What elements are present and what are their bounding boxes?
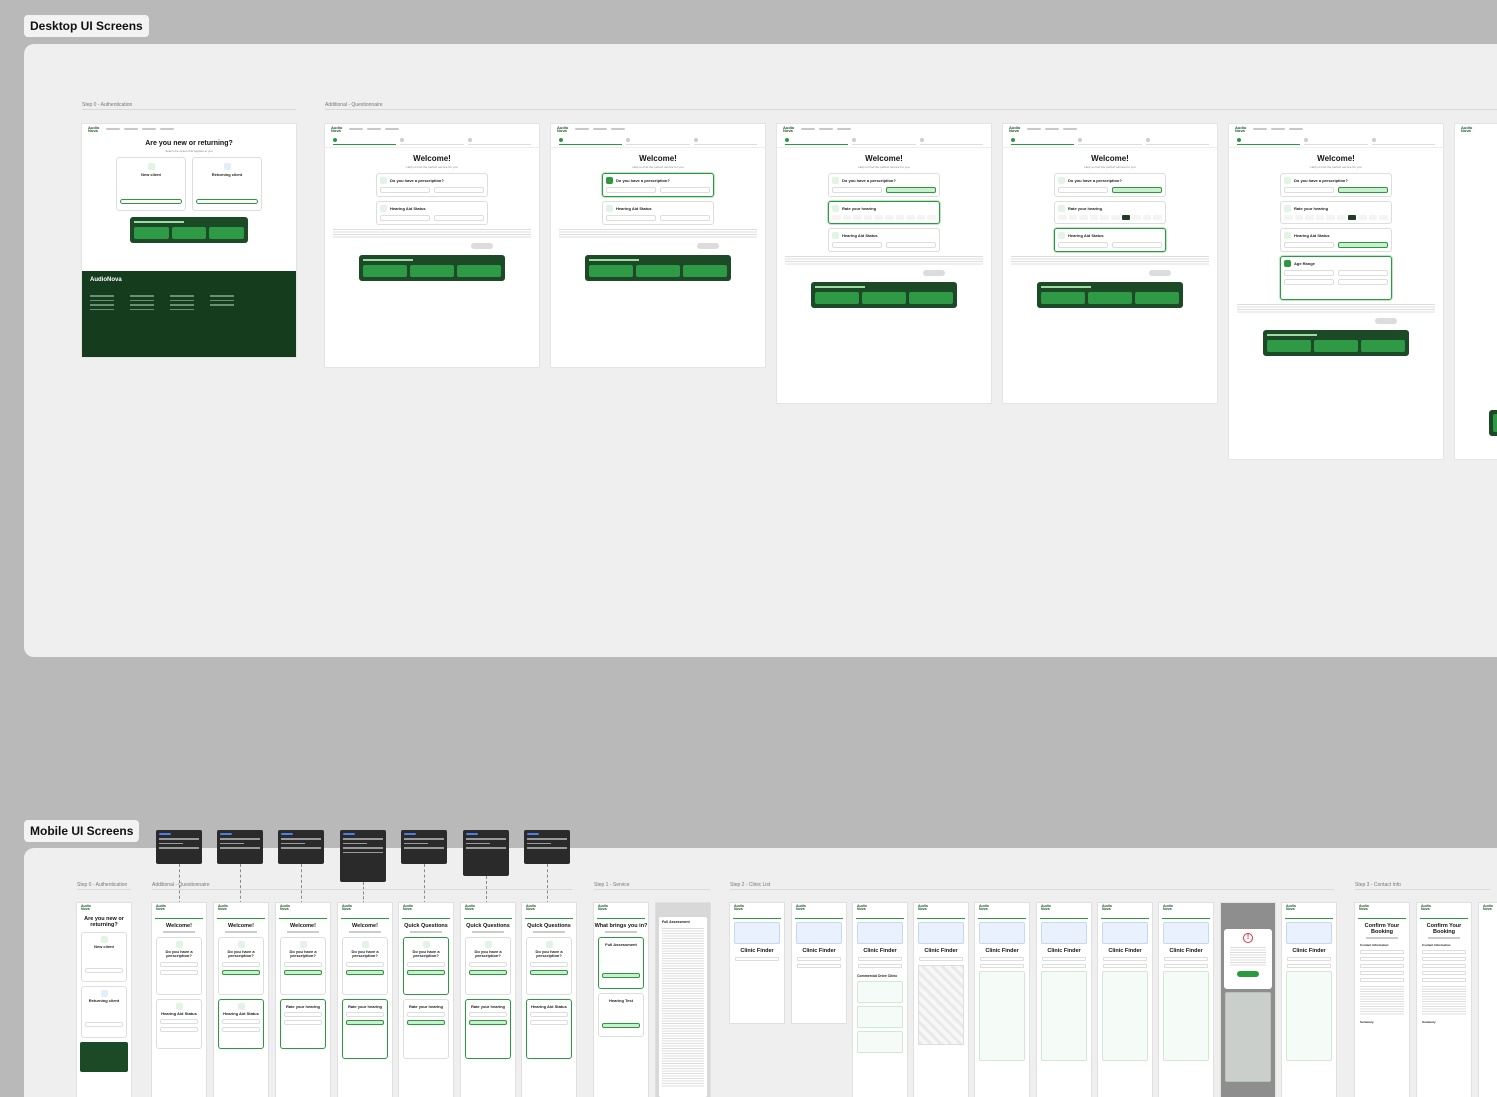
mobile-clinic-2: Audio Nova Clinic Finder xyxy=(792,903,846,1023)
mobile-questionnaire-4: Audio Nova Welcome! Do you have a prescri… xyxy=(338,903,392,1097)
continue-button[interactable] xyxy=(120,199,182,204)
mobile-contact-2: Audio Nova Confirm Your Booking Contact I… xyxy=(1417,903,1471,1097)
desktop-questionnaire-4: Audio Nova Welcome! Help us find the perf… xyxy=(1003,124,1217,403)
mobile-contact-1: Audio Nova Confirm Your Booking Contact I… xyxy=(1355,903,1409,1097)
desktop-questionnaire-6-partial: Audio Nova xyxy=(1455,124,1497,459)
mobile-clinic-3: Audio Nova Clinic Finder Commercial Drive… xyxy=(853,903,907,1097)
annotation-tooltip xyxy=(463,830,509,876)
rate-hearing-card: Rate your hearing xyxy=(828,201,940,224)
annotation-tooltip xyxy=(524,830,570,864)
desktop-questionnaire-3: Audio Nova Welcome! Help us find the perf… xyxy=(777,124,991,403)
error-icon: ! xyxy=(1243,933,1253,943)
mobile-clinic-4-map: Audio Nova Clinic Finder xyxy=(914,903,968,1097)
no-option[interactable] xyxy=(434,187,484,193)
mobile-section-title: Mobile UI Screens xyxy=(24,820,140,842)
annotation-tooltip xyxy=(278,830,324,864)
desktop-questionnaire-5: Audio Nova Welcome! Help us find the perf… xyxy=(1229,124,1443,459)
mobile-questionnaire-6: Audio Nova Quick Questions Do you have a … xyxy=(461,903,515,1097)
mobile-questionnaire-5: Audio Nova Quick Questions Do you have a … xyxy=(399,903,453,1097)
mobile-clinic-9-modal: ! xyxy=(1221,903,1275,1097)
hearing-aid-card: Hearing Aid Status xyxy=(376,201,488,225)
annotation-tooltip xyxy=(401,830,447,864)
included-banner xyxy=(130,217,248,243)
audionova-logo: Audio Nova xyxy=(88,125,100,133)
new-client-card[interactable]: New client xyxy=(116,157,186,211)
mobile-contact-3-partial: Audio Nova xyxy=(1479,903,1497,1097)
modal-button[interactable] xyxy=(1237,971,1259,977)
desktop-questionnaire-1: Audio Nova Welcome! Help us find the perf… xyxy=(325,124,539,367)
login-button[interactable] xyxy=(196,199,258,204)
yes-option[interactable] xyxy=(380,187,430,193)
mobile-questionnaire-3: Audio Nova Welcome! Do you have a prescri… xyxy=(276,903,330,1097)
annotation-tooltip xyxy=(156,830,202,864)
auth-heading: Are you new or returning? xyxy=(145,140,233,147)
clinic-map[interactable] xyxy=(918,965,964,1045)
mobile-clinic-6: Audio Nova Clinic Finder xyxy=(1037,903,1091,1097)
mobile-clinic-7: Audio Nova Clinic Finder xyxy=(1098,903,1152,1097)
mobile-clinic-8: Audio Nova Clinic Finder xyxy=(1159,903,1213,1097)
age-range-card: Age Range xyxy=(1280,256,1392,300)
welcome-title: Welcome! xyxy=(413,154,451,163)
desktop-section-title: Desktop UI Screens xyxy=(24,15,149,37)
mobile-service-1: Audio Nova What brings you in? Full Asses… xyxy=(594,903,648,1097)
desktop-auth-screen: Audio Nova Are you new or returning? Sele… xyxy=(82,124,296,357)
included-banner xyxy=(359,255,505,281)
mobile-clinic-1: Audio Nova Clinic Finder xyxy=(730,903,784,1023)
continue-button[interactable] xyxy=(471,243,493,249)
mobile-auth-screen: Audio Nova Are you new or returning? New … xyxy=(77,903,131,1097)
site-footer: AudioNova xyxy=(82,271,296,357)
mobile-service-2: Full Assessment xyxy=(656,903,710,1097)
hearing-aid-card: Hearing Aid Status xyxy=(602,201,714,225)
prescription-card: Do you have a prescription? xyxy=(602,173,714,197)
frame-label-auth: Step 0 - Authentication xyxy=(82,102,133,108)
footer-brand: AudioNova xyxy=(90,277,122,283)
annotation-tooltip xyxy=(217,830,263,864)
mobile-questionnaire-1: Audio Nova Welcome! Do you have a prescri… xyxy=(152,903,206,1097)
frame-label-questionnaire: Additional - Questionnaire xyxy=(325,102,383,108)
desktop-questionnaire-2: Audio Nova Welcome! Help us find the perf… xyxy=(551,124,765,367)
mobile-clinic-10: Audio Nova Clinic Finder xyxy=(1282,903,1336,1097)
mobile-questionnaire-2: Audio Nova Welcome! Do you have a prescri… xyxy=(214,903,268,1097)
mobile-questionnaire-7: Audio Nova Quick Questions Do you have a … xyxy=(522,903,576,1097)
prescription-card: Do you have a prescription? xyxy=(376,173,488,197)
mobile-clinic-5: Audio Nova Clinic Finder xyxy=(975,903,1029,1097)
returning-client-card[interactable]: Returning client xyxy=(192,157,262,211)
annotation-tooltip xyxy=(340,830,386,882)
